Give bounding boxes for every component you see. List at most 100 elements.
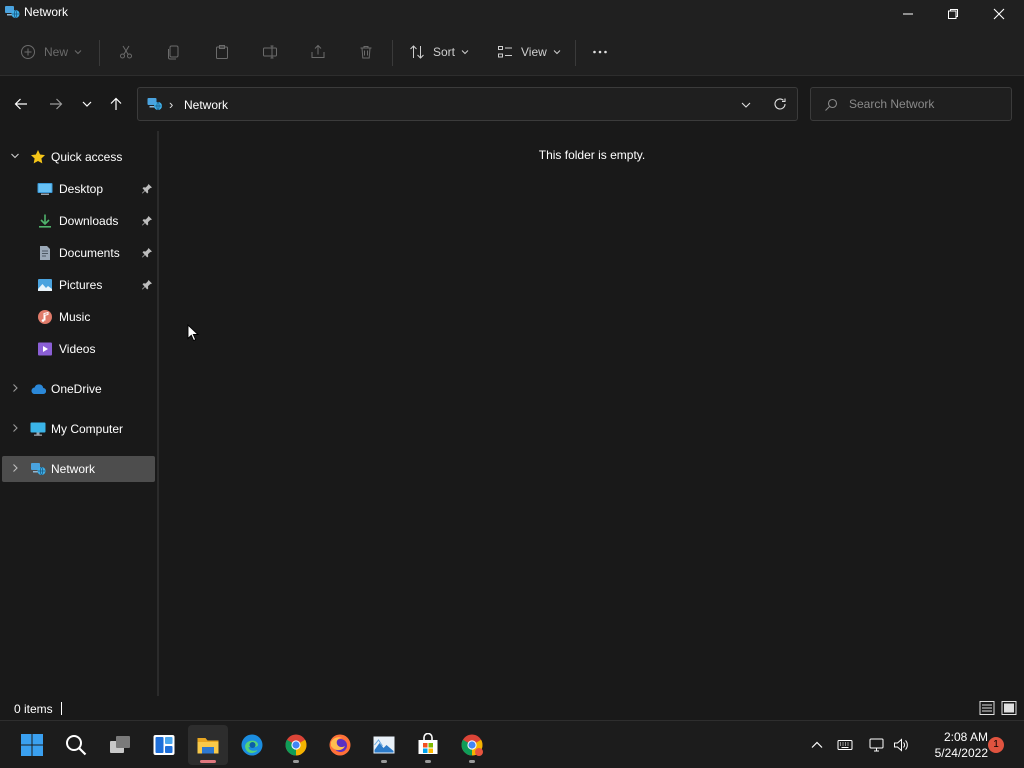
- chrome-icon: [285, 734, 307, 756]
- details-view-icon[interactable]: [979, 700, 995, 716]
- address-row: › Network: [0, 77, 1024, 131]
- sidebar-item-videos[interactable]: Videos: [2, 336, 155, 362]
- chevron-right-icon[interactable]: [10, 383, 20, 393]
- breadcrumb-network[interactable]: Network: [184, 98, 228, 112]
- refresh-icon[interactable]: [773, 97, 787, 111]
- toolbar-divider: [575, 40, 576, 66]
- file-list-pane[interactable]: This folder is empty.: [160, 131, 1024, 696]
- navigation-pane: Quick access Desktop Downloads Documents…: [0, 131, 158, 696]
- restore-button[interactable]: [930, 0, 976, 28]
- notification-badge[interactable]: 1: [988, 737, 1004, 753]
- sidebar-item-my-computer[interactable]: My Computer: [2, 416, 155, 442]
- sort-button[interactable]: Sort: [409, 38, 469, 66]
- chevron-down-icon: [82, 101, 92, 107]
- window-title: Network: [24, 5, 69, 19]
- sidebar-item-desktop[interactable]: Desktop: [2, 176, 155, 202]
- taskbar-chrome[interactable]: [276, 725, 316, 765]
- active-indicator: [200, 760, 216, 763]
- minimize-button[interactable]: [885, 0, 931, 28]
- widgets-button[interactable]: [144, 725, 184, 765]
- sidebar-item-documents[interactable]: Documents: [2, 240, 155, 266]
- taskbar-edge[interactable]: [232, 725, 272, 765]
- search-box[interactable]: [810, 87, 1012, 121]
- more-options-button[interactable]: [592, 38, 608, 66]
- taskbar-photos[interactable]: [364, 725, 404, 765]
- paste-button[interactable]: [214, 38, 230, 66]
- pictures-icon: [38, 279, 52, 291]
- rename-icon: [263, 45, 277, 59]
- large-icons-view-icon[interactable]: [1001, 700, 1017, 716]
- sidebar-item-label: Pictures: [59, 278, 103, 292]
- taskbar-chrome-profile[interactable]: [452, 725, 492, 765]
- pane-splitter[interactable]: [157, 131, 159, 696]
- status-divider: [61, 702, 62, 715]
- sidebar-item-label: Network: [51, 462, 96, 476]
- chevron-down-icon: [461, 50, 469, 55]
- breadcrumb-separator-icon[interactable]: ›: [169, 97, 173, 112]
- taskbar-store[interactable]: [408, 725, 448, 765]
- sidebar-item-onedrive[interactable]: OneDrive: [2, 376, 155, 402]
- pin-icon: [142, 248, 152, 258]
- running-indicator: [381, 760, 387, 763]
- network-icon: [5, 6, 20, 19]
- minimize-icon: [903, 13, 913, 15]
- copy-button[interactable]: [166, 38, 182, 66]
- task-view-button[interactable]: [100, 725, 140, 765]
- chevron-up-icon[interactable]: [809, 737, 825, 753]
- music-icon: [38, 310, 52, 324]
- sidebar-item-label: Music: [59, 310, 91, 324]
- running-indicator: [293, 760, 299, 763]
- new-button[interactable]: New: [20, 38, 82, 66]
- sidebar-item-network[interactable]: Network: [2, 456, 155, 482]
- network-status-icon[interactable]: [869, 737, 885, 753]
- keyboard-icon[interactable]: [837, 737, 853, 753]
- sidebar-item-downloads[interactable]: Downloads: [2, 208, 155, 234]
- up-button[interactable]: [105, 93, 127, 115]
- plus-circle-icon: [21, 45, 35, 59]
- sidebar-item-music[interactable]: Music: [2, 304, 155, 330]
- close-button[interactable]: [976, 0, 1022, 28]
- search-input[interactable]: [849, 95, 999, 113]
- videos-icon: [38, 342, 52, 356]
- sidebar-item-label: Downloads: [59, 214, 119, 228]
- mouse-cursor-icon: [187, 324, 199, 342]
- delete-button[interactable]: [358, 38, 374, 66]
- start-button[interactable]: [12, 725, 52, 765]
- folder-icon: [197, 738, 219, 754]
- taskbar-clock[interactable]: 2:08 AM 5/24/2022: [918, 729, 988, 761]
- status-bar: 0 items: [0, 696, 1024, 720]
- command-bar: New Sort View: [0, 28, 1024, 76]
- toolbar-divider: [392, 40, 393, 66]
- toolbar-divider: [99, 40, 100, 66]
- restore-icon: [948, 9, 958, 19]
- address-bar[interactable]: › Network: [137, 87, 798, 121]
- firefox-icon: [329, 734, 351, 756]
- sidebar-item-quick-access[interactable]: Quick access: [2, 144, 155, 170]
- title-bar: Network: [0, 0, 1024, 28]
- chevron-right-icon[interactable]: [10, 423, 20, 433]
- sidebar-item-pictures[interactable]: Pictures: [2, 272, 155, 298]
- forward-button[interactable]: [45, 93, 67, 115]
- recent-locations-button[interactable]: [76, 93, 98, 115]
- pin-icon: [142, 280, 152, 290]
- sidebar-item-label: Desktop: [59, 182, 104, 196]
- chevron-right-icon[interactable]: [10, 463, 20, 473]
- new-label: New: [44, 45, 69, 59]
- chevron-down-icon[interactable]: [10, 151, 20, 161]
- volume-icon[interactable]: [893, 737, 909, 753]
- cut-button[interactable]: [118, 38, 134, 66]
- download-icon: [39, 214, 51, 228]
- star-icon: [31, 150, 45, 164]
- view-icon: [498, 46, 512, 58]
- taskbar-file-explorer[interactable]: [188, 725, 228, 765]
- chevron-down-icon[interactable]: [740, 99, 752, 111]
- arrow-up-icon: [110, 97, 122, 110]
- ellipsis-icon: [593, 50, 607, 54]
- taskbar-search-button[interactable]: [56, 725, 96, 765]
- taskbar-firefox[interactable]: [320, 725, 360, 765]
- share-button[interactable]: [310, 38, 326, 66]
- view-button[interactable]: View: [497, 38, 561, 66]
- empty-folder-message: This folder is empty.: [538, 148, 646, 162]
- back-button[interactable]: [10, 93, 32, 115]
- rename-button[interactable]: [262, 38, 278, 66]
